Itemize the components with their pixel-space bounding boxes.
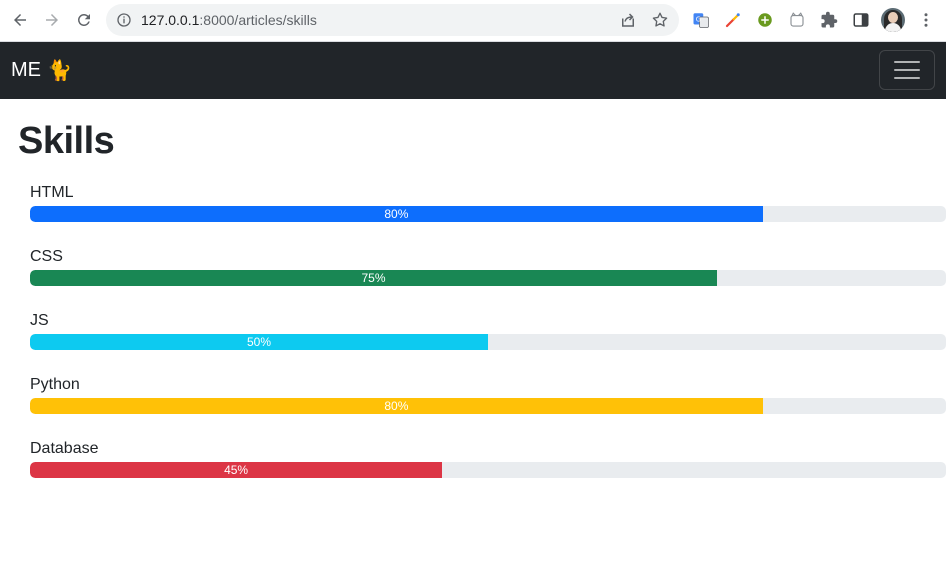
skill-item: CSS 75% <box>30 248 946 312</box>
skill-label: HTML <box>30 184 74 201</box>
share-icon[interactable] <box>619 11 637 29</box>
translate-extension-icon[interactable]: G <box>691 10 711 30</box>
skill-label: CSS <box>30 248 63 265</box>
progress-percent-text: 50% <box>246 335 272 349</box>
address-bar[interactable]: 127.0.0.1:8000/articles/skills <box>106 4 679 36</box>
puzzle-extensions-icon[interactable] <box>819 10 839 30</box>
bookmark-star-icon[interactable] <box>651 11 669 29</box>
progress-percent-text: 45% <box>224 463 249 477</box>
progress-track: 50% <box>30 334 946 350</box>
url-text[interactable]: 127.0.0.1:8000/articles/skills <box>141 12 317 28</box>
hamburger-icon <box>894 60 920 80</box>
forward-arrow-icon[interactable] <box>41 9 63 31</box>
progress-percent-text: 80% <box>384 399 409 413</box>
skill-label: JS <box>30 312 49 329</box>
progress-bar-fill: 75% <box>30 270 717 286</box>
cat-extension-icon[interactable] <box>787 10 807 30</box>
progress-bar-fill: 80% <box>30 206 763 222</box>
cat-icon: 🐈 <box>47 59 72 82</box>
progress-bar-fill: 80% <box>30 398 763 414</box>
back-arrow-icon[interactable] <box>9 9 31 31</box>
profile-avatar[interactable] <box>881 8 905 32</box>
progress-track: 75% <box>30 270 946 286</box>
skill-label: Python <box>30 376 80 393</box>
color-picker-extension-icon[interactable] <box>723 10 743 30</box>
skill-item: JS 50% <box>30 312 946 376</box>
progress-bar-fill: 50% <box>30 334 488 350</box>
progress-bar-fill: 45% <box>30 462 443 478</box>
progress-track: 80% <box>30 398 946 414</box>
page-title: Skills <box>18 120 115 162</box>
skill-item: Python 80% <box>30 376 946 440</box>
svg-text:G: G <box>696 16 701 24</box>
skills-list: HTML 80% CSS 75% JS 50% Python 80% Database 45% <box>30 184 946 504</box>
skill-label: Database <box>30 440 99 457</box>
progress-track: 45% <box>30 462 946 478</box>
site-navbar: ME 🐈 <box>0 42 946 99</box>
navbar-brand[interactable]: ME 🐈 <box>11 59 72 82</box>
progress-percent-text: 75% <box>361 271 386 285</box>
progress-percent-text: 80% <box>384 207 409 221</box>
site-info-icon[interactable] <box>116 12 132 28</box>
browser-toolbar: 127.0.0.1:8000/articles/skills G <box>0 0 946 42</box>
side-panel-icon[interactable] <box>851 10 871 30</box>
progress-track: 80% <box>30 206 946 222</box>
skill-item: HTML 80% <box>30 184 946 248</box>
add-extension-icon[interactable] <box>755 10 775 30</box>
reload-icon[interactable] <box>73 9 95 31</box>
brand-text[interactable]: ME <box>11 59 41 82</box>
kebab-menu-icon[interactable] <box>916 10 936 30</box>
skill-item: Database 45% <box>30 440 946 504</box>
navbar-toggler-button[interactable] <box>879 50 935 90</box>
